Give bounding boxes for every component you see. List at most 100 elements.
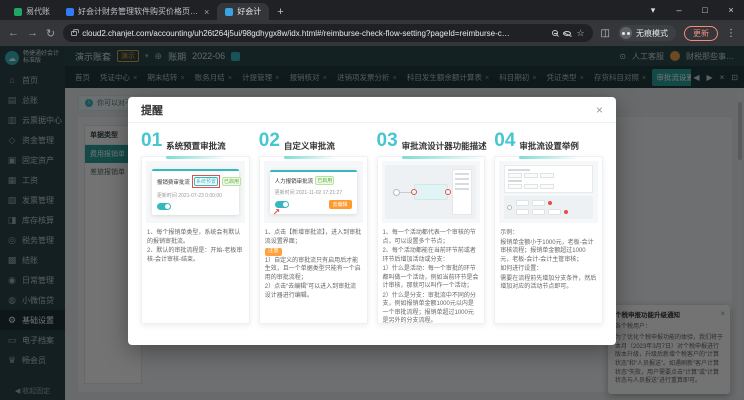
browser-menu-icon[interactable]: ⋮	[726, 28, 736, 39]
step-1-number: 01	[141, 132, 162, 150]
start-node	[393, 189, 400, 196]
step-4: 04 审批流设置举例	[494, 132, 603, 345]
flow-node	[532, 200, 545, 206]
browser-tab[interactable]: 好会计财务管理软件购买价格页…	[58, 3, 217, 20]
notice-badge: 注意	[265, 248, 282, 256]
placeholder-field	[508, 184, 522, 189]
flow-name: 人力报销审批流	[275, 177, 314, 185]
edit-button[interactable]: 去编辑	[329, 200, 352, 209]
step-2-description: 1、点击【新增审批流】，进入到审批流设置界面； 注意 1）自定义的审批流只有启用…	[260, 227, 367, 305]
modal-header: 提醒 ×	[128, 97, 616, 123]
enabled-badge: 已启用	[315, 176, 334, 185]
browser-tab-title: 好会计	[237, 6, 261, 17]
flow-name: 报销费审批流	[157, 178, 190, 186]
placeholder-bar	[508, 169, 530, 171]
placeholder-bar	[508, 180, 522, 182]
password-hidden-icon[interactable]	[563, 31, 571, 36]
new-tab-button[interactable]: +	[277, 6, 283, 18]
highlight-dot	[564, 210, 568, 214]
modal-close-icon[interactable]: ×	[596, 103, 603, 117]
reload-icon[interactable]: ↻	[46, 27, 55, 40]
flow-designer-preview	[385, 165, 476, 219]
favicon	[14, 8, 22, 16]
step-3-title: 审批流设计器功能描述	[402, 141, 487, 151]
step-1-description: 1、每个报销单类型，系统会有默认的报销审批流。2、默认的审批流程是：开始-老板审…	[142, 227, 249, 269]
step-3-description: 1、每一个活动都代表一个审核的节点，可以设置多个节点；2、每个活动都能在当前环节…	[378, 227, 485, 324]
browser-tab[interactable]: 易代账	[6, 3, 58, 20]
forward-icon[interactable]: →	[27, 27, 38, 39]
step-2-number: 02	[259, 132, 280, 150]
browser-titlebar: 易代账 好会计财务管理软件购买价格页… 好会计 + ▾ – □ ×	[0, 0, 744, 20]
description-line: 2、每个活动都能在当前环节前或者环节后增加活动或分支：	[383, 247, 480, 264]
tab-search-icon[interactable]: ▾	[640, 0, 666, 20]
enabled-badge: 已启用	[222, 177, 241, 186]
close-window-button[interactable]: ×	[718, 0, 744, 20]
window-controls: ▾ – □ ×	[640, 0, 744, 20]
back-icon[interactable]: ←	[8, 27, 19, 39]
step-2-title: 自定义审批流	[284, 141, 335, 151]
lock-icon	[71, 31, 77, 36]
flow-node	[516, 200, 529, 206]
title-underline	[166, 156, 226, 159]
description-line: 1、点击【新增审批流】，进入到审批流设置界面；	[265, 229, 362, 246]
step-1-title: 系统预置审批流	[166, 141, 226, 151]
flow-node	[516, 209, 529, 215]
description-line: 需要在流程前先增加分支条件，然后增加对应的活动节点即可。	[500, 275, 597, 292]
step-1-card: 报销费审批流 系统预置 已启用 更新时间 2021-07-23 0:00:00 …	[141, 156, 250, 324]
title-underline	[284, 156, 335, 159]
updated-time: 更新时间 2021-11-02 17:21:27	[275, 189, 352, 196]
zoom-out-icon[interactable]	[552, 30, 558, 36]
minimize-button[interactable]: –	[666, 0, 692, 20]
placeholder-field	[524, 184, 538, 189]
url-text: cloud2.chanjet.com/accounting/uh26t264j5…	[82, 29, 547, 38]
favicon	[225, 8, 233, 16]
screen: 易代账 好会计财务管理软件购买价格页… 好会计 + ▾ – □ × ← →	[0, 0, 744, 400]
description-line: 1、每一个活动都代表一个审核的节点，可以设置多个节点；	[383, 229, 480, 246]
step-3-screenshot	[382, 161, 481, 223]
browser-update-button[interactable]: 更新	[684, 26, 718, 41]
step-4-number: 04	[494, 132, 515, 150]
description-line: 1、每个报销单类型，系统会有默认的报销审批流。	[147, 229, 244, 246]
flow-card-preview: 人力报销审批流 已启用 更新时间 2021-11-02 17:21:27 去编辑…	[270, 170, 357, 214]
step-2: 02 自定义审批流 人力报销审批流 已启用 更新时间 2021-11-02 17…	[259, 132, 368, 345]
step-3-card: 1、每一个活动都代表一个审核的节点，可以设置多个节点；2、每个活动都能在当前环节…	[377, 156, 486, 324]
browser-tab[interactable]: 好会计	[217, 3, 269, 20]
step-2-screenshot: 人力报销审批流 已启用 更新时间 2021-11-02 17:21:27 去编辑…	[264, 161, 363, 223]
condition-form-preview	[504, 165, 593, 193]
step-4-screenshot	[499, 161, 598, 223]
maximize-button[interactable]: □	[692, 0, 718, 20]
description-line: 1）自定义的审批流只有启用后才能生效，且一个单据类型只能有一个启用的审批流程；	[265, 257, 362, 283]
description-line: 示例：	[500, 229, 597, 238]
activity-node	[414, 184, 448, 200]
description-line: 报销单金额小于1000元，老板-会计审核流程；报销单金额超过1000元，老板-会…	[500, 239, 597, 265]
preset-badge: 系统预置	[194, 177, 218, 186]
bookmark-star-icon[interactable]: ☆	[576, 28, 584, 39]
enable-toggle[interactable]	[157, 203, 171, 210]
step-4-description: 示例：报销单金额小于1000元，老板-会计审核流程；报销单金额超过1000元，老…	[495, 227, 602, 297]
description-line: 1）什么是活动：每一个审批的环节都叫做一个活动，例如当前环节是会计审核，那就可以…	[383, 265, 480, 291]
step-3: 03 审批流设计器功能描述	[377, 132, 486, 345]
side-panel-icon[interactable]: ◫	[601, 28, 610, 39]
incognito-chip[interactable]: 无痕模式	[618, 25, 676, 41]
browser-toolbar: ← → ↻ cloud2.chanjet.com/accounting/uh26…	[0, 20, 744, 46]
favicon	[66, 8, 74, 16]
step-3-number: 03	[377, 132, 398, 150]
start-node	[507, 205, 512, 210]
browser-tab-title: 好会计财务管理软件购买价格页…	[78, 6, 198, 17]
step-4-card: 示例：报销单金额小于1000元，老板-会计审核流程；报销单金额超过1000元，老…	[494, 156, 603, 324]
designer-side-panel	[452, 169, 472, 215]
highlight-dot	[548, 201, 552, 205]
title-underline	[402, 156, 486, 159]
placeholder-field	[540, 184, 554, 189]
flow-node	[532, 209, 545, 215]
description-line: 2、默认的审批流程是：开始-老板审核-会计审核-结束。	[147, 247, 244, 264]
address-bar[interactable]: cloud2.chanjet.com/accounting/uh26t264j5…	[63, 24, 592, 42]
updated-time: 更新时间 2021-07-23 0:00:00	[157, 192, 234, 199]
placeholder-field	[540, 173, 554, 178]
browser-tab-title: 易代账	[26, 6, 50, 17]
app-page: ☁ 畅捷通好会计 标准版 ⌂ 首页 ▤ 总账	[0, 46, 744, 400]
description-line: 2）什么是分支：审批流中不同的分支，例如报销单金额1000元以内是一个审批流程；…	[383, 292, 480, 324]
browser-tab-strip: 易代账 好会计财务管理软件购买价格页… 好会计	[0, 0, 269, 20]
reminder-modal: 提醒 × 01 系统预置审批流 报销费审批流	[128, 97, 616, 345]
branch-flow-preview	[504, 196, 593, 219]
